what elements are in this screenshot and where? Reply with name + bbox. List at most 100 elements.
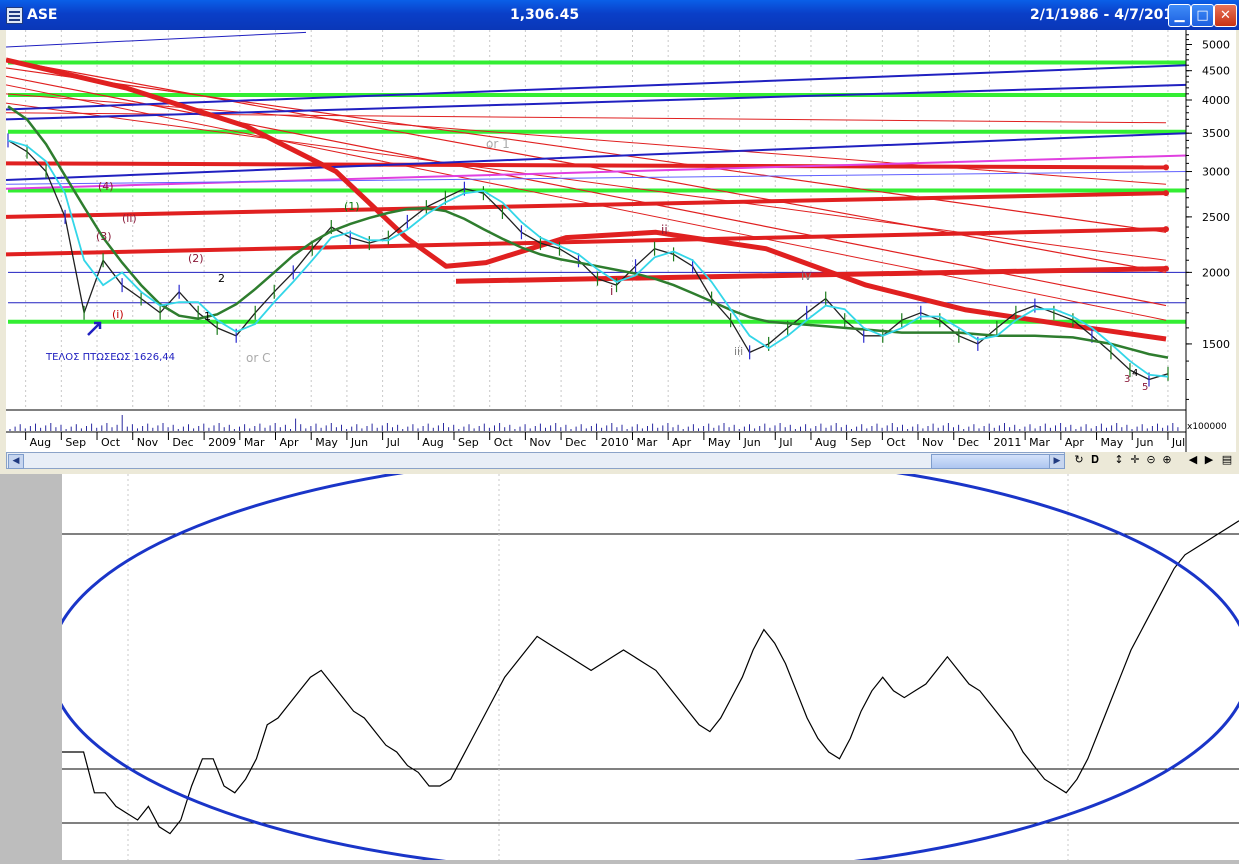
x-tick-label: 2010	[601, 436, 629, 449]
trend-line	[5, 161, 1167, 170]
x-tick-label: Dec	[958, 436, 979, 449]
wave-annotation: 3	[1124, 374, 1130, 385]
volume-unit-label: x100000	[1187, 422, 1227, 432]
x-tick-label: Jun	[743, 436, 761, 449]
period-icon[interactable]: 𝐃	[1088, 453, 1102, 467]
x-tick-label: Jun	[1135, 436, 1153, 449]
wave-annotation: 4	[1132, 368, 1138, 379]
close-icon: ✕	[1220, 8, 1231, 23]
wave-annotation: iii	[734, 345, 743, 358]
scroll-left-arrow-icon[interactable]: ◀	[8, 454, 24, 469]
wave-annotation: (i)	[112, 308, 124, 321]
x-tick-label: Mar	[636, 436, 657, 449]
trend-line-endpoint	[1163, 226, 1169, 233]
x-tick-label: Apr	[672, 436, 692, 449]
indicator-line	[62, 520, 1239, 835]
wave-annotation: i	[610, 284, 613, 298]
trend-line-endpoint	[1163, 190, 1169, 197]
trend-line	[5, 67, 1167, 233]
title-bar[interactable]: ASE 1,306.45 2/1/1986 - 4/7/2011 ▁ □ ✕	[0, 0, 1239, 30]
zoom-in-icon[interactable]: ⊕	[1160, 453, 1174, 467]
app-icon	[6, 7, 23, 24]
x-tick-label: Dec	[565, 436, 586, 449]
window-title-price: 1,306.45	[510, 7, 580, 23]
maximize-button[interactable]: □	[1191, 4, 1214, 27]
x-tick-label: Sep	[458, 436, 479, 449]
wave-annotation: (2)	[188, 252, 204, 265]
y-tick-label: 1500	[1202, 338, 1230, 351]
x-tick-label: Mar	[244, 436, 265, 449]
trend-line	[5, 31, 307, 48]
zoom-out-icon[interactable]: ⊝	[1144, 453, 1158, 467]
x-tick-label: Oct	[886, 436, 906, 449]
x-tick-label: 2009	[208, 436, 236, 449]
x-tick-label: May	[315, 436, 338, 449]
wave-annotation: (4)	[98, 180, 114, 193]
wave-annotation: iv	[801, 269, 811, 283]
step-forward-icon[interactable]: ▶	[1202, 453, 1216, 467]
x-tick-label: May	[708, 436, 731, 449]
trend-line	[5, 227, 1167, 257]
x-tick-label: Aug	[815, 436, 836, 449]
x-tick-label: Jun	[350, 436, 368, 449]
x-tick-label: Oct	[494, 436, 514, 449]
y-tick-label: 5000	[1202, 38, 1230, 51]
x-tick-label: Nov	[922, 436, 944, 449]
panel-icon[interactable]: ▤	[1220, 453, 1234, 467]
wave-annotation: TEΛΟΣ ΠΤΩΣΕΩΣ 1626,44	[45, 352, 175, 363]
wave-annotation: 1	[204, 310, 211, 323]
wave-annotation: 2	[218, 272, 225, 285]
pan-icon[interactable]: ✛	[1128, 453, 1142, 467]
wave-annotation: (ii)	[122, 212, 137, 225]
x-tick-label: Nov	[137, 436, 159, 449]
x-tick-label: Aug	[422, 436, 443, 449]
wave-annotation: or 1	[486, 137, 510, 151]
short-moving-average-line	[7, 139, 1169, 378]
x-tick-label: Mar	[1029, 436, 1050, 449]
y-tick-label: 3500	[1202, 127, 1230, 140]
x-tick-label: Jul	[778, 436, 792, 449]
chart-toolbar: ↻ 𝐃 ↕ ✛ ⊝ ⊕ ◀ ▶ ▤	[1068, 452, 1239, 469]
arrow-up-right-icon	[87, 321, 102, 336]
horizontal-scrollbar[interactable]: ◀ ▶	[6, 452, 1065, 469]
trend-line	[5, 84, 1167, 321]
trend-line-endpoint	[1163, 265, 1169, 272]
y-tick-label: 4000	[1202, 94, 1230, 107]
x-tick-label: Apr	[1065, 436, 1085, 449]
y-tick-label: 3000	[1202, 166, 1230, 179]
refresh-icon[interactable]: ↻	[1072, 453, 1086, 467]
step-back-icon[interactable]: ◀	[1186, 453, 1200, 467]
x-tick-label: Aug	[30, 436, 51, 449]
wave-annotation: 5	[1142, 382, 1148, 393]
x-tick-label: Jul	[386, 436, 400, 449]
scroll-right-arrow-icon[interactable]: ▶	[1049, 454, 1065, 469]
x-tick-label: Nov	[529, 436, 551, 449]
minimize-icon: ▁	[1174, 8, 1185, 23]
indicator-panel[interactable]	[48, 452, 1239, 864]
window-title-date-range: 2/1/1986 - 4/7/2011	[1030, 7, 1183, 23]
x-tick-label: Dec	[172, 436, 193, 449]
x-tick-label: Sep	[65, 436, 86, 449]
x-tick-label: May	[1101, 436, 1124, 449]
x-tick-label: Oct	[101, 436, 121, 449]
window-title-symbol: ASE	[27, 7, 58, 23]
close-button[interactable]: ✕	[1214, 4, 1237, 27]
x-tick-label: Apr	[280, 436, 300, 449]
wave-annotation: or C	[246, 351, 270, 365]
trend-line	[5, 191, 1167, 219]
indicator-chart	[48, 452, 1239, 864]
price-series-line	[7, 139, 1169, 381]
x-tick-label: Jul	[1171, 436, 1185, 449]
chart-window: ASE 1,306.45 2/1/1986 - 4/7/2011 ▁ □ ✕ T…	[0, 0, 1239, 474]
scale-vertical-icon[interactable]: ↕	[1112, 453, 1126, 467]
scroll-thumb[interactable]	[931, 454, 1053, 469]
y-tick-label: 4500	[1202, 65, 1230, 78]
y-tick-label: 2500	[1202, 211, 1230, 224]
price-chart-panel[interactable]: TEΛΟΣ ΠΤΩΣΕΩΣ 1626,44 or 1 or C (i) (ii) (1) (…	[5, 30, 1236, 452]
wave-annotation: (1)	[344, 200, 360, 213]
trend-line-endpoint	[1163, 164, 1169, 171]
minimize-button[interactable]: ▁	[1168, 4, 1191, 27]
x-tick-label: 2011	[993, 436, 1021, 449]
price-chart: TEΛΟΣ ΠΤΩΣΕΩΣ 1626,44 or 1 or C (i) (ii) (1) (…	[5, 30, 1230, 452]
y-tick-label: 2000	[1202, 266, 1230, 279]
